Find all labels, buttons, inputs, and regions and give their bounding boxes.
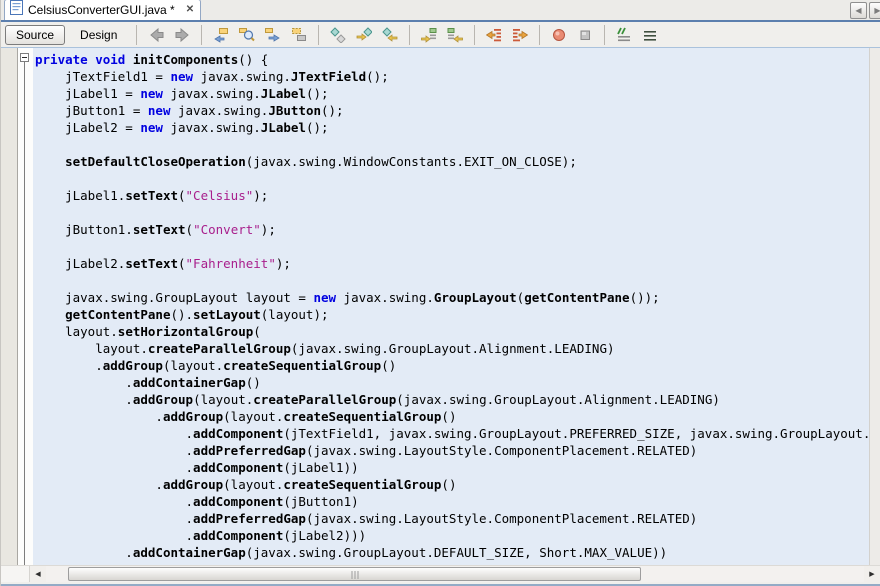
code-line: layout.setHorizontalGroup( bbox=[35, 323, 869, 340]
java-file-icon bbox=[10, 0, 23, 20]
code-line: .addContainerGap() bbox=[35, 374, 869, 391]
fold-guide-line bbox=[24, 62, 25, 565]
next-bookmark-icon[interactable] bbox=[353, 25, 375, 45]
code-line: setDefaultCloseOperation(javax.swing.Win… bbox=[35, 153, 869, 170]
find-selection-icon[interactable] bbox=[236, 25, 258, 45]
scrollbar-grip-icon bbox=[351, 571, 358, 579]
shift-line-right-icon[interactable] bbox=[509, 25, 531, 45]
glyph-gutter bbox=[1, 48, 18, 565]
code-fold-margin bbox=[18, 48, 33, 565]
code-line: jButton1.setText("Convert"); bbox=[35, 221, 869, 238]
toolbar-separator bbox=[539, 25, 540, 45]
window-bottom-edge bbox=[1, 582, 880, 586]
toolbar-separator bbox=[201, 25, 202, 45]
toggle-highlight-search-icon[interactable] bbox=[288, 25, 310, 45]
scroll-right-icon[interactable]: ▶ bbox=[864, 566, 880, 582]
tab-scroll-left-icon[interactable]: ◀ bbox=[850, 2, 867, 19]
code-line: private void initComponents() { bbox=[35, 51, 869, 68]
code-line bbox=[35, 204, 869, 221]
editor-toolbar: Source Design bbox=[1, 22, 880, 48]
code-line: .addGroup(layout.createSequentialGroup() bbox=[35, 476, 869, 493]
code-line: jLabel1 = new javax.swing.JLabel(); bbox=[35, 85, 869, 102]
code-area[interactable]: private void initComponents() { jTextFie… bbox=[33, 48, 869, 565]
tab-scroller: ◀ ▶ bbox=[850, 2, 880, 19]
code-line: .addPreferredGap(javax.swing.LayoutStyle… bbox=[35, 442, 869, 459]
scrollbar-thumb[interactable] bbox=[68, 567, 641, 581]
find-next-icon[interactable] bbox=[262, 25, 284, 45]
fold-collapse-icon[interactable] bbox=[20, 53, 29, 62]
editor-window: CelsiusConverterGUI.java * ✕ ◀ ▶ Source … bbox=[0, 0, 880, 586]
next-usage-icon[interactable] bbox=[418, 25, 440, 45]
comment-lines-icon[interactable] bbox=[613, 25, 635, 45]
forward-arrow-icon[interactable] bbox=[171, 25, 193, 45]
code-line: javax.swing.GroupLayout layout = new jav… bbox=[35, 289, 869, 306]
toolbar-separator bbox=[136, 25, 137, 45]
code-line: jLabel2.setText("Fahrenheit"); bbox=[35, 255, 869, 272]
code-line: .addComponent(jTextField1, javax.swing.G… bbox=[35, 425, 869, 442]
horizontal-scrollbar: ◀ ▶ bbox=[1, 565, 880, 582]
code-line: .addComponent(jLabel2))) bbox=[35, 527, 869, 544]
code-line bbox=[35, 238, 869, 255]
code-line: .addPreferredGap(javax.swing.LayoutStyle… bbox=[35, 510, 869, 527]
stop-macro-icon[interactable] bbox=[574, 25, 596, 45]
scrollbar-corner bbox=[1, 566, 30, 582]
design-view-button[interactable]: Design bbox=[69, 25, 128, 45]
tab-title: CelsiusConverterGUI.java * bbox=[28, 3, 175, 17]
code-line bbox=[35, 136, 869, 153]
record-macro-icon[interactable] bbox=[548, 25, 570, 45]
toggle-bookmark-icon[interactable] bbox=[379, 25, 401, 45]
editor-pane: private void initComponents() { jTextFie… bbox=[1, 48, 880, 565]
code-line: .addGroup(layout.createSequentialGroup() bbox=[35, 408, 869, 425]
toolbar-separator bbox=[409, 25, 410, 45]
toolbar-separator bbox=[604, 25, 605, 45]
previous-usage-icon[interactable] bbox=[444, 25, 466, 45]
error-stripe bbox=[869, 48, 880, 565]
code-line: .addGroup(layout.createParallelGroup(jav… bbox=[35, 391, 869, 408]
jump-to-last-edit-icon[interactable] bbox=[210, 25, 232, 45]
tab-scroll-right-icon[interactable]: ▶ bbox=[869, 2, 880, 19]
code-line: layout.createParallelGroup(javax.swing.G… bbox=[35, 340, 869, 357]
scroll-left-icon[interactable]: ◀ bbox=[30, 566, 46, 582]
tab-bar: CelsiusConverterGUI.java * ✕ ◀ ▶ bbox=[1, 0, 880, 22]
scrollbar-track[interactable] bbox=[46, 566, 864, 582]
code-line: jTextField1 = new javax.swing.JTextField… bbox=[35, 68, 869, 85]
code-line: .addComponent(jButton1) bbox=[35, 493, 869, 510]
tab-close-icon[interactable]: ✕ bbox=[186, 5, 194, 15]
code-line bbox=[35, 170, 869, 187]
code-line: getContentPane().setLayout(layout); bbox=[35, 306, 869, 323]
toolbar-separator bbox=[474, 25, 475, 45]
back-arrow-icon[interactable] bbox=[145, 25, 167, 45]
code-line: .addGroup(layout.createSequentialGroup() bbox=[35, 357, 869, 374]
tab-celsiusconvertergui[interactable]: CelsiusConverterGUI.java * ✕ bbox=[4, 0, 201, 20]
uncomment-lines-icon[interactable] bbox=[639, 25, 661, 45]
code-line: jButton1 = new javax.swing.JButton(); bbox=[35, 102, 869, 119]
previous-bookmark-icon[interactable] bbox=[327, 25, 349, 45]
code-line: .addContainerGap(javax.swing.GroupLayout… bbox=[35, 544, 869, 561]
code-line: jLabel2 = new javax.swing.JLabel(); bbox=[35, 119, 869, 136]
shift-line-left-icon[interactable] bbox=[483, 25, 505, 45]
source-view-button[interactable]: Source bbox=[5, 25, 65, 45]
code-line: .addComponent(jLabel1)) bbox=[35, 459, 869, 476]
code-line: jLabel1.setText("Celsius"); bbox=[35, 187, 869, 204]
code-line bbox=[35, 272, 869, 289]
toolbar-separator bbox=[318, 25, 319, 45]
